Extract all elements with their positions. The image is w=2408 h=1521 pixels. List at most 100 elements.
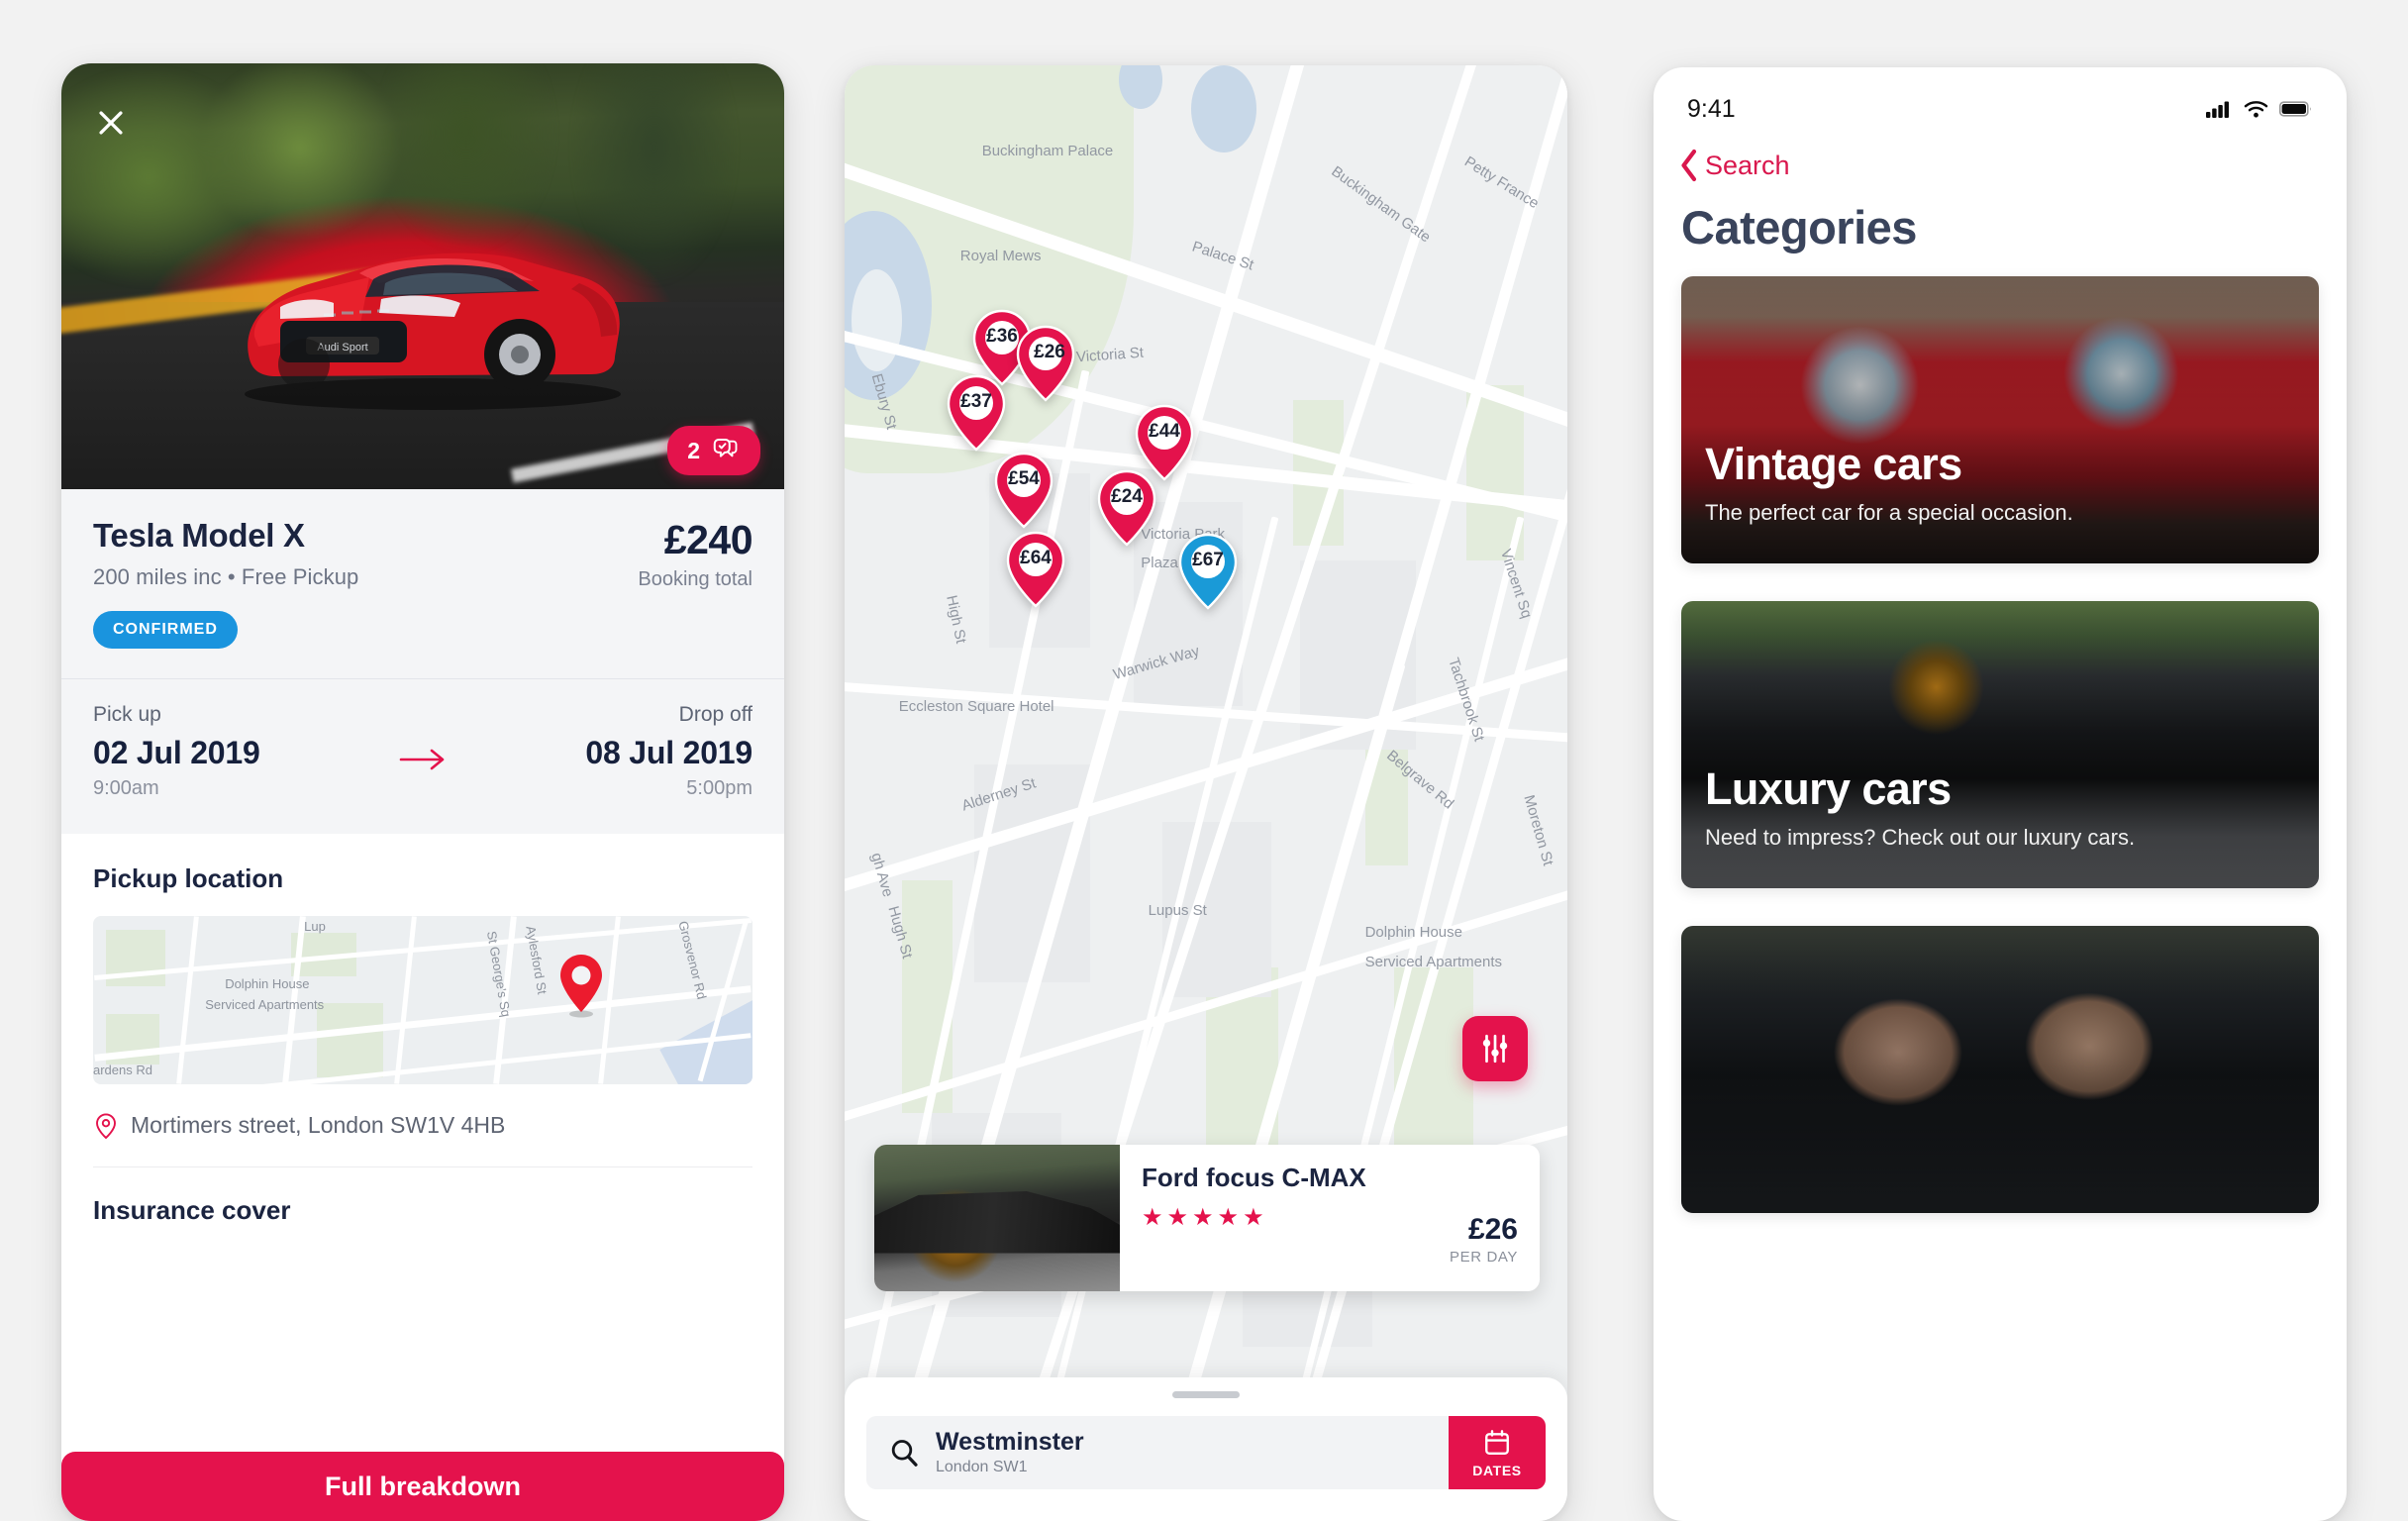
- listing-title: Ford focus C-MAX: [1142, 1163, 1366, 1192]
- messages-count: 2: [687, 437, 700, 463]
- filter-sliders-icon: [1482, 1034, 1508, 1064]
- wifi-icon: [2244, 101, 2268, 118]
- dropoff-date: 08 Jul 2019: [585, 735, 752, 770]
- status-badge: CONFIRMED: [93, 611, 238, 649]
- booking-total-amount: £240: [663, 517, 753, 562]
- chat-check-icon: [713, 439, 738, 457]
- filter-button[interactable]: [1462, 1016, 1528, 1081]
- insurance-section: Insurance cover: [61, 1167, 784, 1226]
- dates-button-label: DATES: [1472, 1462, 1522, 1478]
- screenshot-stage: Audi Sport 2 Tesla Model X 200 miles inc…: [0, 0, 2408, 1521]
- pickup-address: Mortimers street, London SW1V 4HB: [131, 1112, 506, 1138]
- category-title: Luxury cars: [1705, 763, 1952, 814]
- pickup-block: Pick up 02 Jul 2019 9:00am: [93, 703, 321, 800]
- minimap-label: Serviced Apartments: [205, 996, 325, 1012]
- search-value: Westminster: [936, 1428, 1084, 1457]
- map-label: Buckingham Gate: [1328, 162, 1434, 247]
- category-card-third[interactable]: [1681, 926, 2319, 1213]
- cellular-signal-icon: [2206, 101, 2229, 118]
- search-sheet: Westminster London SW1 DATES: [845, 1377, 1567, 1521]
- price-pin[interactable]: [1015, 325, 1076, 402]
- price-pin-label: £24: [1111, 486, 1143, 507]
- map-pin-icon: [560, 955, 603, 1018]
- price-pin[interactable]: [946, 374, 1007, 452]
- pickup-minimap[interactable]: Lup Dolphin House Serviced Apartments St…: [93, 916, 752, 1084]
- status-bar-time: 9:41: [1687, 94, 1736, 123]
- category-subtitle: Need to impress? Check out our luxury ca…: [1705, 825, 2136, 850]
- booking-dates: Pick up 02 Jul 2019 9:00am Drop off 08 J…: [61, 678, 784, 834]
- minimap-label: Lup: [304, 919, 326, 935]
- price-pin-label: £64: [1020, 548, 1052, 568]
- pickup-location-title: Pickup location: [93, 863, 284, 893]
- map-label: Moreton St: [1520, 793, 1557, 868]
- search-subtitle: London SW1: [936, 1458, 1028, 1475]
- dropoff-time: 5:00pm: [686, 777, 752, 799]
- minimap-label: Dolphin House: [225, 976, 310, 992]
- map-canvas[interactable]: Buckingham Palace Royal Mews Buckingham …: [845, 65, 1567, 1521]
- categories-screen: 9:41 Search Categories Vintage cars The …: [1654, 67, 2347, 1521]
- back-to-search-link[interactable]: Search: [1654, 139, 2347, 182]
- minimap-label: Grosvenor Rd: [675, 919, 710, 1001]
- minimap-label: ardens Rd: [93, 1063, 152, 1078]
- map-search-screen: Buckingham Palace Royal Mews Buckingham …: [845, 65, 1567, 1521]
- map-label: Serviced Apartments: [1364, 953, 1502, 970]
- location-search-input[interactable]: Westminster London SW1: [866, 1416, 1449, 1489]
- category-card-vintage[interactable]: Vintage cars The perfect car for a speci…: [1681, 276, 2319, 563]
- booking-detail-screen: Audi Sport 2 Tesla Model X 200 miles inc…: [61, 63, 784, 1521]
- date-range-arrow: [399, 747, 447, 777]
- status-bar: 9:41: [1654, 67, 2347, 139]
- listing-thumbnail: [874, 1145, 1120, 1291]
- chevron-left-icon: [1681, 149, 1697, 182]
- dropoff-label: Drop off: [678, 703, 752, 726]
- category-list: Vintage cars The perfect car for a speci…: [1654, 254, 2347, 1213]
- price-pin-label: £54: [1008, 468, 1040, 489]
- category-subtitle: The perfect car for a special occasion.: [1705, 500, 2073, 525]
- red-audi-car-illustration: Audi Sport: [245, 253, 621, 410]
- back-label: Search: [1705, 150, 1790, 180]
- page-title: Categories: [1681, 201, 1917, 254]
- calendar-icon: [1485, 1429, 1509, 1455]
- location-pin-icon: [96, 1112, 116, 1139]
- full-breakdown-button[interactable]: Full breakdown: [61, 1452, 784, 1521]
- dates-button[interactable]: DATES: [1449, 1416, 1546, 1489]
- pickup-time: 9:00am: [93, 777, 159, 799]
- price-pin[interactable]: [993, 452, 1054, 529]
- messages-badge[interactable]: 2: [667, 426, 760, 475]
- price-pin-label: £44: [1149, 421, 1180, 442]
- price-pin[interactable]: [1096, 469, 1157, 547]
- listing-price-unit: PER DAY: [1450, 1249, 1518, 1266]
- category-title: Vintage cars: [1705, 439, 1962, 489]
- close-button[interactable]: [87, 99, 135, 147]
- car-title: Tesla Model X: [93, 517, 305, 554]
- price-pin[interactable]: [1005, 531, 1066, 608]
- battery-icon: [2279, 101, 2311, 117]
- pickup-date: 02 Jul 2019: [93, 735, 260, 770]
- map-label: High St: [942, 593, 969, 646]
- car-hero-image: Audi Sport 2: [61, 63, 784, 489]
- dropoff-block: Drop off 08 Jul 2019 5:00pm: [525, 703, 752, 800]
- pickup-label: Pick up: [93, 703, 161, 726]
- price-pin-selected[interactable]: [1177, 533, 1239, 610]
- price-pin-label: £67: [1192, 550, 1224, 570]
- sheet-grabber[interactable]: [1172, 1391, 1240, 1398]
- car-listing-card[interactable]: Ford focus C-MAX ★★★★★ £26 PER DAY: [874, 1145, 1540, 1291]
- map-label: Royal Mews: [959, 247, 1042, 264]
- pickup-location-section: Pickup location Lup Dolphin House Servic…: [61, 834, 784, 1167]
- map-label: Lupus St: [1148, 902, 1207, 920]
- search-icon: [891, 1440, 918, 1467]
- price-pin-label: £26: [1034, 342, 1065, 362]
- insurance-title: Insurance cover: [93, 1195, 291, 1225]
- arrow-right-icon: [399, 749, 445, 770]
- map-label: Eccleston Square Hotel: [898, 698, 1054, 716]
- booking-summary: Tesla Model X 200 miles inc • Free Picku…: [61, 489, 784, 678]
- car-subtitle: 200 miles inc • Free Pickup: [93, 564, 359, 589]
- image-overlay: [1681, 926, 2319, 1213]
- category-card-luxury[interactable]: Luxury cars Need to impress? Check out o…: [1681, 601, 2319, 888]
- listing-price: £26: [1467, 1213, 1518, 1246]
- close-icon: [99, 111, 123, 135]
- map-label: Buckingham Palace: [981, 142, 1114, 159]
- map-label: Petty France: [1460, 153, 1542, 213]
- booking-total-caption: Booking total: [638, 568, 752, 590]
- pickup-address-row: Mortimers street, London SW1V 4HB: [93, 1084, 752, 1167]
- price-pin-label: £37: [960, 391, 992, 412]
